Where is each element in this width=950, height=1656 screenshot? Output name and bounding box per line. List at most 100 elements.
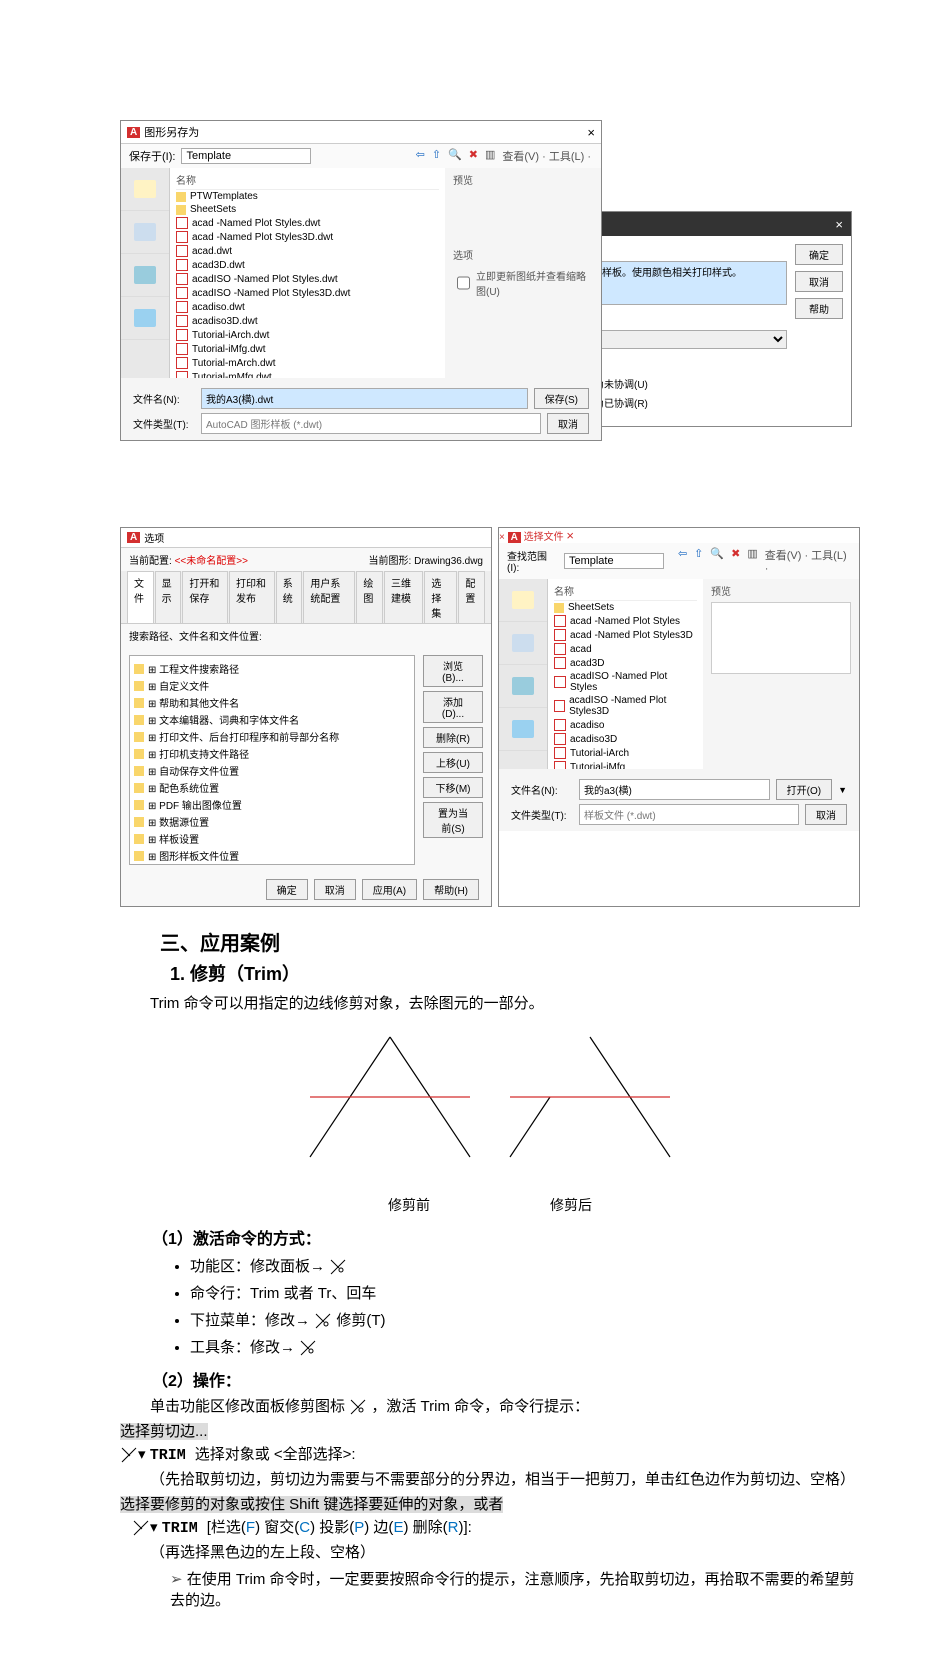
tab-2[interactable]: 打开和保存 — [182, 571, 228, 623]
tree-item[interactable]: ⊞ 打印文件、后台打印程序和前导部分名称 — [134, 728, 410, 745]
file-row[interactable]: acad — [554, 642, 697, 656]
help-button[interactable]: 帮助 — [795, 298, 843, 319]
close-icon[interactable]: × — [835, 217, 843, 232]
toolbar-text[interactable]: 查看(V) · 工具(L) · — [500, 148, 593, 164]
cancel-button[interactable]: 取消 — [547, 413, 589, 434]
tab-1[interactable]: 显示 — [155, 571, 182, 623]
apply-button[interactable]: 应用(A) — [362, 879, 417, 900]
file-row[interactable]: acad3D — [554, 656, 697, 670]
down-button[interactable]: 下移(M) — [423, 777, 483, 798]
file-row[interactable]: acadiso3D.dwt — [176, 314, 439, 328]
file-row[interactable]: Tutorial-iMfg — [554, 760, 697, 769]
views-icon[interactable]: ▥ — [483, 148, 497, 164]
file-row[interactable]: acadISO -Named Plot Styles3D.dwt — [176, 286, 439, 300]
tree-item[interactable]: ⊞ 数据源位置 — [134, 813, 410, 830]
nav-history[interactable] — [121, 168, 169, 211]
file-row[interactable]: acadiso3D — [554, 732, 697, 746]
options-tree[interactable]: ⊞ 工程文件搜索路径⊞ 自定义文件⊞ 帮助和其他文件名⊞ 文本编辑器、词典和字体… — [129, 655, 415, 865]
file-row[interactable]: acadISO -Named Plot Styles — [554, 670, 697, 694]
tab-7[interactable]: 三维建模 — [384, 571, 423, 623]
nav-history[interactable] — [499, 579, 547, 622]
filetype-field[interactable]: AutoCAD 图形样板 (*.dwt) — [201, 413, 541, 434]
tab-9[interactable]: 配置 — [458, 571, 485, 623]
select-filelist[interactable]: 名称 SheetSetsacad -Named Plot Stylesacad … — [548, 579, 703, 769]
nav-onedrive[interactable] — [499, 708, 547, 751]
up-icon[interactable]: ⇧ — [692, 547, 705, 575]
cancel-button[interactable]: 取消 — [805, 804, 847, 825]
file-row[interactable]: acad.dwt — [176, 244, 439, 258]
help-button[interactable]: 帮助(H) — [423, 879, 479, 900]
ok-button[interactable]: 确定 — [795, 244, 843, 265]
delete-icon[interactable]: ✖ — [729, 547, 742, 575]
tree-item[interactable]: ⊞ 打印机支持文件路径 — [134, 745, 410, 762]
toolbar-text[interactable]: 查看(V) · 工具(L) · — [763, 547, 851, 575]
file-row[interactable]: Tutorial-mArch.dwt — [176, 356, 439, 370]
tree-item[interactable]: ⊞ 帮助和其他文件名 — [134, 694, 410, 711]
browse-button[interactable]: 浏览(B)... — [423, 655, 483, 687]
tab-4[interactable]: 系统 — [276, 571, 303, 623]
saveas-filelist[interactable]: 名称 PTWTemplatesSheetSetsacad -Named Plot… — [170, 168, 445, 378]
tree-item[interactable]: ⊞ 图形样板文件位置 — [134, 847, 410, 864]
tab-5[interactable]: 用户系统配置 — [303, 571, 355, 623]
views-icon[interactable]: ▥ — [745, 547, 759, 575]
tab-0[interactable]: 文件 — [127, 571, 154, 623]
tree-item[interactable]: ⊞ 自动保存文件位置 — [134, 762, 410, 779]
nav-documents[interactable] — [499, 622, 547, 665]
nav-desktop[interactable] — [121, 254, 169, 297]
up-button[interactable]: 上移(U) — [423, 752, 483, 773]
file-row[interactable]: acad -Named Plot Styles.dwt — [176, 216, 439, 230]
tree-item[interactable]: ⊞ PDF 输出图像位置 — [134, 796, 410, 813]
close-icon[interactable]: × — [499, 532, 505, 543]
tab-6[interactable]: 绘图 — [356, 571, 383, 623]
tree-item[interactable]: ⊞ 文本编辑器、词典和字体文件名 — [134, 711, 410, 728]
remove-button[interactable]: 删除(R) — [423, 727, 483, 748]
back-icon[interactable]: ⇦ — [676, 547, 689, 575]
file-row[interactable]: acadISO -Named Plot Styles.dwt — [176, 272, 439, 286]
cancel-button[interactable]: 取消 — [795, 271, 843, 292]
file-row[interactable]: acadiso — [554, 718, 697, 732]
open-button[interactable]: 打开(O) — [776, 779, 832, 800]
filetype-field[interactable]: 样板文件 (*.dwt) — [579, 804, 799, 825]
close-icon[interactable]: × — [587, 125, 595, 140]
thumb-checkbox[interactable]: 立即更新图纸并查看缩略图(U) — [453, 268, 593, 298]
nav-desktop[interactable] — [499, 665, 547, 708]
tab-3[interactable]: 打印和发布 — [229, 571, 275, 623]
tree-item[interactable]: ⊞ 自定义文件 — [134, 677, 410, 694]
save-button[interactable]: 保存(S) — [534, 388, 589, 409]
file-row[interactable]: acadISO -Named Plot Styles3D — [554, 694, 697, 718]
close-icon[interactable]: × — [566, 528, 574, 543]
nav-documents[interactable] — [121, 211, 169, 254]
ok-button[interactable]: 确定 — [266, 879, 308, 900]
file-row[interactable]: acadiso.dwt — [176, 300, 439, 314]
up-icon[interactable]: ⇧ — [430, 148, 443, 164]
cancel-button[interactable]: 取消 — [314, 879, 356, 900]
tree-item[interactable]: ⊞ 图纸集样板文件位置 — [134, 864, 410, 865]
tab-8[interactable]: 选择集 — [424, 571, 457, 623]
delete-icon[interactable]: ✖ — [467, 148, 480, 164]
lookin-field[interactable] — [564, 553, 664, 569]
file-row[interactable]: acad -Named Plot Styles — [554, 614, 697, 628]
drawing-value: Drawing36.dwg — [414, 556, 483, 567]
file-row[interactable]: acad -Named Plot Styles3D — [554, 628, 697, 642]
search-icon[interactable]: 🔍 — [708, 547, 726, 575]
file-row[interactable]: Tutorial-iMfg.dwt — [176, 342, 439, 356]
save-in-field[interactable] — [181, 148, 311, 164]
search-icon[interactable]: 🔍 — [446, 148, 464, 164]
setcurrent-button[interactable]: 置为当前(S) — [423, 802, 483, 838]
filename-field[interactable]: 我的A3(横).dwt — [201, 388, 528, 409]
tree-item[interactable]: ⊞ 工程文件搜索路径 — [134, 660, 410, 677]
file-row[interactable]: acad -Named Plot Styles3D.dwt — [176, 230, 439, 244]
file-row[interactable]: SheetSets — [554, 601, 697, 614]
tree-item[interactable]: ⊞ 配色系统位置 — [134, 779, 410, 796]
file-row[interactable]: Tutorial-iArch.dwt — [176, 328, 439, 342]
file-row[interactable]: acad3D.dwt — [176, 258, 439, 272]
file-row[interactable]: Tutorial-iArch — [554, 746, 697, 760]
file-row[interactable]: Tutorial-mMfg.dwt — [176, 370, 439, 378]
add-button[interactable]: 添加(D)... — [423, 691, 483, 723]
filename-field[interactable]: 我的a3(横) — [579, 779, 770, 800]
nav-onedrive[interactable] — [121, 297, 169, 340]
file-row[interactable]: PTWTemplates — [176, 190, 439, 203]
tree-item[interactable]: ⊞ 样板设置 — [134, 830, 410, 847]
file-row[interactable]: SheetSets — [176, 203, 439, 216]
back-icon[interactable]: ⇦ — [414, 148, 427, 164]
